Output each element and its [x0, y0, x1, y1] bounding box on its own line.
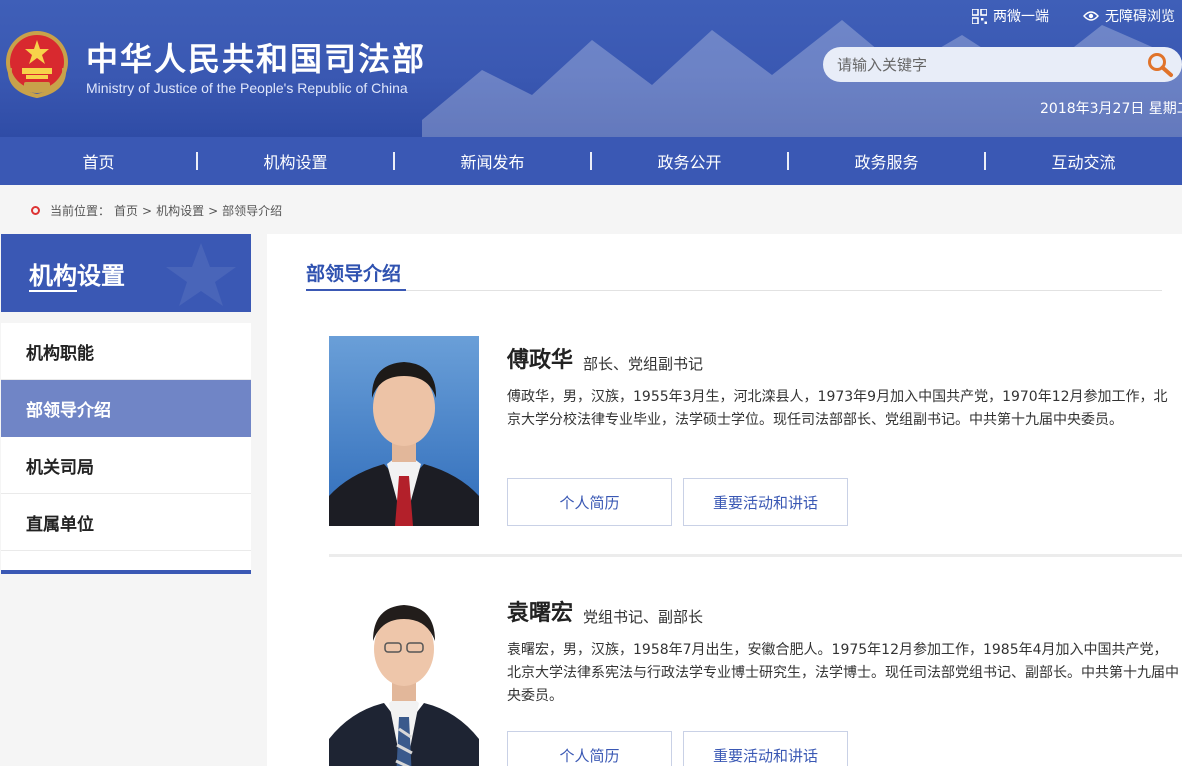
breadcrumb-organization[interactable]: 机构设置 — [156, 202, 204, 219]
breadcrumb-label: 当前位置： — [50, 204, 111, 218]
leader-photo[interactable] — [329, 336, 479, 526]
two-micro-one-end-link[interactable]: 两微一端 — [972, 6, 1049, 26]
leader-title: 党组书记、副部长 — [583, 608, 704, 626]
breadcrumb-current[interactable]: 部领导介绍 — [222, 202, 282, 219]
title-underline — [306, 289, 406, 291]
activities-button[interactable]: 重要活动和讲话 — [683, 731, 848, 766]
breadcrumb-separator: > — [142, 203, 153, 218]
sidebar-item-departments[interactable]: 机关司局 — [1, 437, 251, 494]
sidebar-header: 机构设置 — [1, 234, 251, 312]
sidebar-item-affiliated-units[interactable]: 直属单位 — [1, 494, 251, 551]
leader-bio: 袁曙宏，男，汉族，1958年7月出生，安徽合肥人。1975年12月参加工作，19… — [507, 642, 1179, 704]
nav-item-government-affairs[interactable]: 政务公开 — [590, 137, 788, 185]
leader-divider — [329, 554, 1182, 557]
main-nav: 首页 机构设置 新闻发布 政务公开 政务服务 互动交流 — [0, 137, 1182, 185]
resume-button[interactable]: 个人简历 — [507, 731, 672, 766]
nav-item-organization[interactable]: 机构设置 — [196, 137, 394, 185]
nav-item-news[interactable]: 新闻发布 — [393, 137, 591, 185]
emblem-logo — [6, 31, 68, 99]
sidebar-title: 机构设置 — [29, 262, 125, 290]
leader-name: 袁曙宏 — [507, 601, 574, 626]
site-title: 中华人民共和国司法部 — [86, 40, 427, 78]
leader-name: 傅政华 — [507, 348, 574, 373]
search-input[interactable] — [837, 54, 1127, 76]
star-decoration-icon — [166, 243, 236, 306]
site-subtitle: Ministry of Justice of the People's Repu… — [86, 80, 408, 96]
breadcrumb-home[interactable]: 首页 — [114, 202, 138, 219]
sidebar-menu: 机构职能 部领导介绍 机关司局 直属单位 — [1, 323, 251, 571]
accessibility-link[interactable]: 无障碍浏览 — [1083, 6, 1175, 26]
current-date: 2018年3月27日 星期二 — [1040, 101, 1182, 117]
sidebar-item-leaders[interactable]: 部领导介绍 — [1, 380, 251, 437]
search-icon — [1148, 53, 1173, 77]
location-dot-icon — [31, 206, 40, 215]
leader-card: 傅政华 部长、党组副书记 傅政华，男，汉族，1955年3月生，河北滦县人，197… — [329, 336, 1182, 536]
sidebar-bottom-bar — [1, 570, 251, 574]
breadcrumb-separator: > — [208, 203, 219, 218]
page-title: 部领导介绍 — [306, 263, 402, 285]
resume-button[interactable]: 个人简历 — [507, 478, 672, 526]
eye-icon — [1083, 11, 1099, 21]
leader-title: 部长、党组副书记 — [583, 355, 704, 373]
search-button[interactable] — [1145, 51, 1175, 79]
breadcrumb: 当前位置： 首页 > 机构设置 > 部领导介绍 — [31, 202, 282, 219]
leader-photo[interactable] — [329, 589, 479, 766]
site-header: 中华人民共和国司法部 Ministry of Justice of the Pe… — [0, 0, 1182, 137]
title-divider — [306, 290, 1162, 291]
qrcode-icon — [972, 8, 987, 24]
accessibility-label: 无障碍浏览 — [1105, 9, 1175, 25]
main-content: 部领导介绍 傅政华 部长、党组副书记 傅政华，男，汉族，1955年3月生，河北滦… — [267, 234, 1182, 766]
nav-item-interaction[interactable]: 互动交流 — [984, 137, 1182, 185]
activities-button[interactable]: 重要活动和讲话 — [683, 478, 848, 526]
leader-card: 袁曙宏 党组书记、副部长 袁曙宏，男，汉族，1958年7月出生，安徽合肥人。19… — [329, 589, 1182, 766]
nav-item-services[interactable]: 政务服务 — [787, 137, 985, 185]
nav-item-home[interactable]: 首页 — [0, 137, 197, 185]
leader-bio: 傅政华，男，汉族，1955年3月生，河北滦县人，1973年9月加入中国共产党，1… — [507, 389, 1168, 428]
two-micro-one-end-label: 两微一端 — [993, 9, 1049, 25]
sidebar-item-functions[interactable]: 机构职能 — [1, 323, 251, 380]
search-box — [823, 47, 1182, 82]
sidebar-title-underline — [29, 290, 77, 292]
